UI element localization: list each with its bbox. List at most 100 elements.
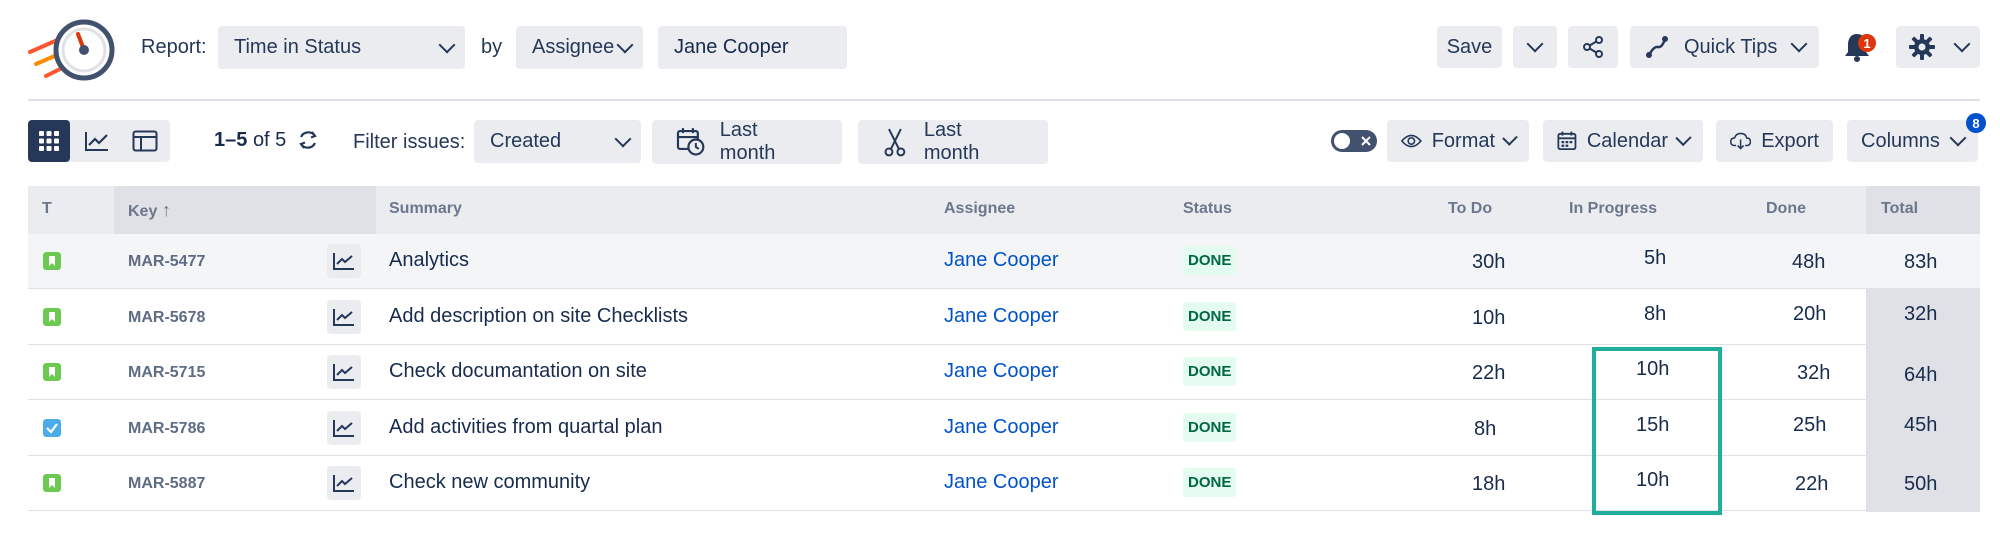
column-header-key-label: Key <box>128 203 158 220</box>
done-cell: 20h <box>1793 303 1827 325</box>
chevron-down-icon <box>1526 35 1544 53</box>
share-button[interactable] <box>1568 26 1618 68</box>
issue-key-link[interactable]: MAR-5715 <box>128 364 205 382</box>
notification-badge: 1 <box>1858 34 1876 52</box>
assignee-link[interactable]: Jane Cooper <box>944 360 1059 383</box>
issue-key-link[interactable]: MAR-5477 <box>128 253 205 271</box>
total-cell: 64h <box>1904 364 1938 386</box>
assignee-link[interactable]: Jane Cooper <box>944 305 1059 328</box>
user-picker-value: Jane Cooper <box>674 36 789 58</box>
issue-chart-button[interactable] <box>327 411 361 445</box>
export-button[interactable]: Export <box>1716 120 1833 162</box>
chevron-down-icon <box>1953 35 1971 53</box>
app-logo <box>26 12 118 84</box>
columns-count-badge: 8 <box>1966 113 1986 133</box>
layout-icon <box>132 130 158 152</box>
issue-key-link[interactable]: MAR-5678 <box>128 309 205 327</box>
todo-cell: 22h <box>1472 362 1506 384</box>
refresh-button[interactable] <box>296 128 322 154</box>
calendar-label: Calendar <box>1586 129 1668 152</box>
summary-cell[interactable]: Check new community <box>389 471 590 494</box>
summary-cell[interactable]: Add activities from quartal plan <box>389 416 662 439</box>
chevron-down-icon <box>616 36 634 53</box>
column-header-type[interactable]: T <box>42 200 52 218</box>
report-select[interactable]: Time in Status <box>218 26 465 69</box>
by-label: by <box>481 36 503 58</box>
issue-key-link[interactable]: MAR-5887 <box>128 475 205 493</box>
issue-key-link[interactable]: MAR-5786 <box>128 420 205 438</box>
save-button-label: Save <box>1446 35 1493 58</box>
story-type-icon <box>43 252 61 270</box>
column-header-todo[interactable]: To Do <box>1448 200 1492 218</box>
filter-select[interactable]: Created <box>474 120 641 163</box>
quick-tips-button[interactable]: Quick Tips <box>1630 26 1819 68</box>
issue-chart-button[interactable] <box>327 466 361 500</box>
grid-icon <box>39 131 59 151</box>
done-cell: 32h <box>1797 362 1831 384</box>
calendar-button[interactable]: Calendar <box>1543 120 1703 162</box>
created-date-range-button[interactable]: Last month <box>652 119 842 164</box>
assignee-link[interactable]: Jane Cooper <box>944 416 1059 439</box>
format-label: Format <box>1431 129 1496 152</box>
issue-chart-button[interactable] <box>327 244 361 278</box>
story-type-icon <box>43 363 61 381</box>
created-date-range-label: Last month <box>719 119 776 164</box>
scissors-icon <box>884 128 906 157</box>
route-icon <box>1646 36 1668 58</box>
issue-chart-button[interactable] <box>327 355 361 389</box>
column-header-key[interactable]: Key ↑ <box>128 200 171 221</box>
save-options-button[interactable] <box>1513 26 1557 68</box>
column-header-done[interactable]: Done <box>1766 200 1806 218</box>
pagination-range: 1–5 <box>214 129 248 151</box>
grid-view-button[interactable] <box>28 120 70 162</box>
chart-view-button[interactable] <box>76 120 118 162</box>
chevron-down-icon <box>1675 129 1692 147</box>
column-header-summary[interactable]: Summary <box>389 200 462 218</box>
format-button[interactable]: Format <box>1387 120 1529 162</box>
sort-ascending-icon: ↑ <box>161 200 171 220</box>
view-switcher <box>28 120 170 162</box>
layout-view-button[interactable] <box>124 120 166 162</box>
pagination-total: of 5 <box>252 129 287 151</box>
assignee-link[interactable]: Jane Cooper <box>944 249 1059 272</box>
columns-button[interactable]: Columns 8 <box>1847 113 1986 162</box>
close-icon <box>1361 136 1371 146</box>
done-cell: 22h <box>1795 473 1829 495</box>
total-cell: 45h <box>1904 414 1938 436</box>
toggle-switch[interactable] <box>1331 130 1377 152</box>
line-chart-icon <box>333 309 354 326</box>
column-header-status[interactable]: Status <box>1183 200 1232 218</box>
filter-select-value: Created <box>490 130 562 152</box>
column-header-assignee[interactable]: Assignee <box>944 200 1015 218</box>
summary-cell[interactable]: Analytics <box>389 249 469 272</box>
resolved-date-range-button[interactable]: Last month <box>858 119 1048 164</box>
notifications-button[interactable]: 1 <box>1838 26 1882 68</box>
summary-cell[interactable]: Check documantation on site <box>389 360 647 383</box>
todo-cell: 18h <box>1472 473 1506 495</box>
calendar-icon <box>1557 131 1577 151</box>
issue-chart-button[interactable] <box>327 300 361 334</box>
chevron-down-icon <box>1949 129 1967 147</box>
summary-cell[interactable]: Add description on site Checklists <box>389 305 688 328</box>
resolved-date-range-label: Last month <box>923 119 980 164</box>
group-by-select[interactable]: Assignee <box>516 26 643 69</box>
assignee-link[interactable]: Jane Cooper <box>944 471 1059 494</box>
header-divider <box>28 99 1980 101</box>
group-by-select-value: Assignee <box>532 36 615 58</box>
in-progress-highlight-box <box>1592 347 1722 515</box>
cloud-download-icon <box>1730 132 1752 150</box>
chevron-down-icon <box>438 36 456 53</box>
column-header-in-progress[interactable]: In Progress <box>1569 200 1657 218</box>
refresh-icon <box>299 131 317 149</box>
user-picker[interactable]: Jane Cooper <box>658 26 847 69</box>
column-header-total[interactable]: Total <box>1881 200 1918 218</box>
line-chart-icon <box>333 420 354 437</box>
filter-label: Filter issues: <box>353 131 466 153</box>
settings-button[interactable] <box>1896 26 1980 68</box>
line-chart-icon <box>333 364 354 381</box>
toggle-knob <box>1334 133 1350 149</box>
save-button[interactable]: Save <box>1437 26 1502 68</box>
status-badge: DONE <box>1183 468 1237 497</box>
in-progress-cell: 8h <box>1644 303 1667 325</box>
line-chart-icon <box>85 132 108 151</box>
